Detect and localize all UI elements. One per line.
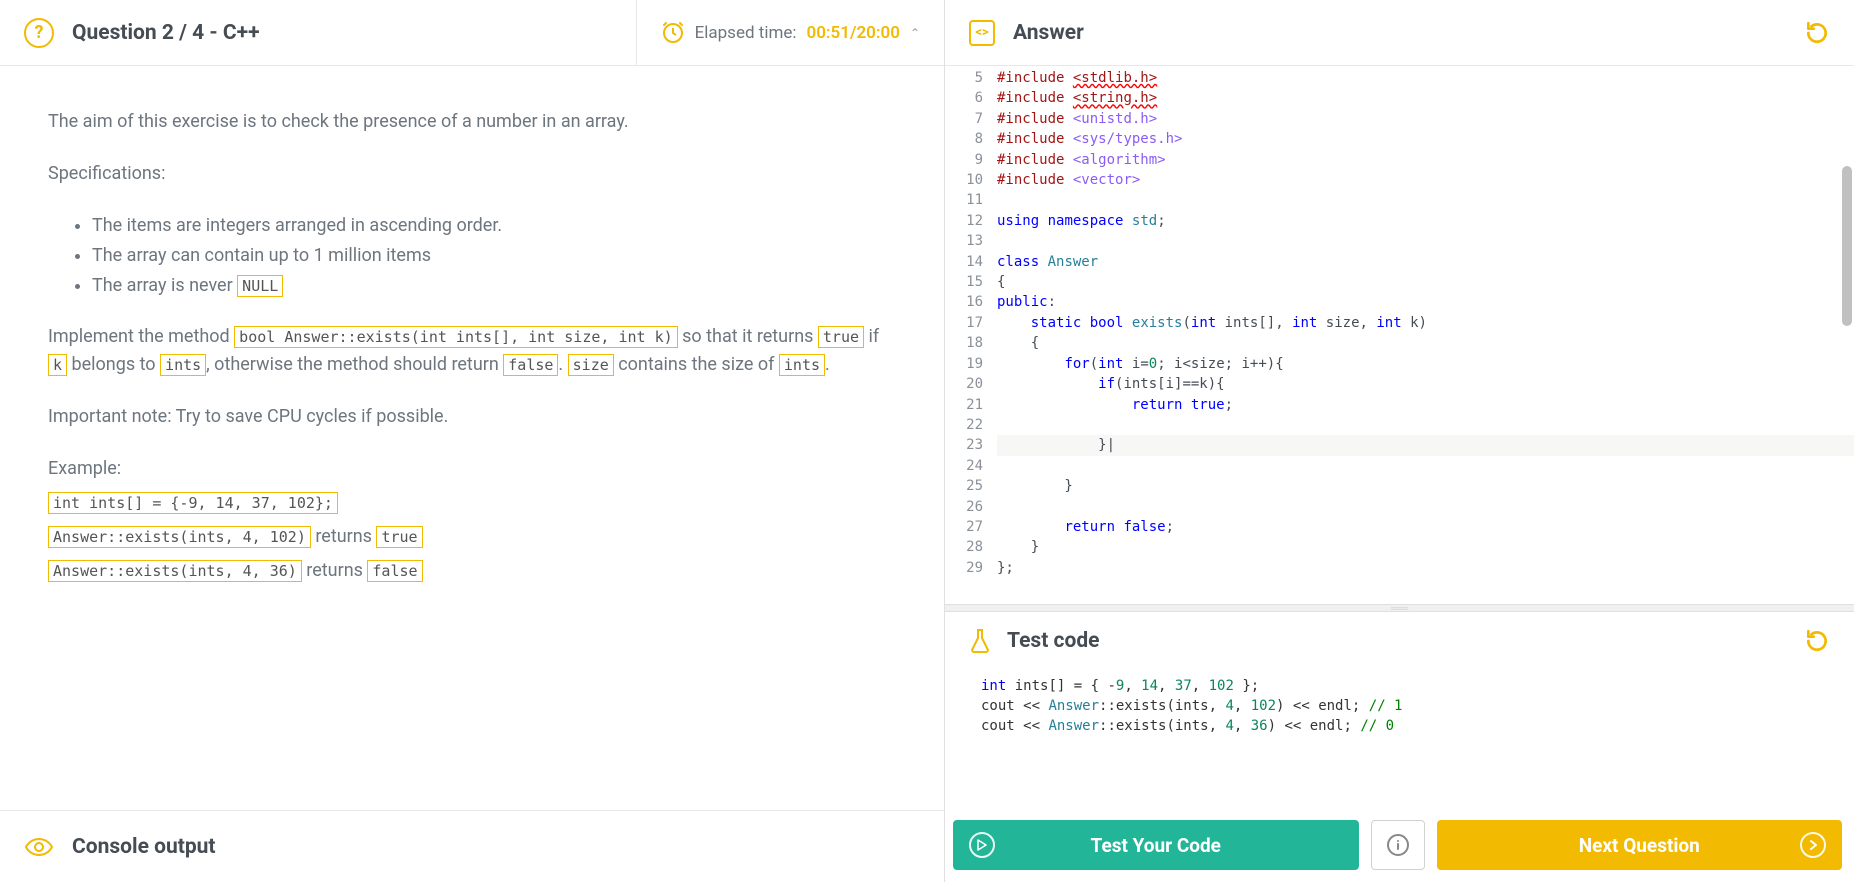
reset-icon[interactable]: [1804, 20, 1830, 46]
example-result-2: true: [376, 526, 422, 548]
right-pane: <> Answer 5#include <stdlib.h>6#include …: [945, 0, 1854, 882]
example-label: Example:: [48, 455, 896, 483]
code-line[interactable]: 10#include <vector>: [945, 170, 1854, 190]
answer-header: <> Answer: [945, 0, 1854, 66]
question-header: ? Question 2 / 4 - C++ Elapsed time: 00:…: [0, 0, 944, 66]
code-line[interactable]: 15{: [945, 272, 1854, 292]
problem-statement: The aim of this exercise is to check the…: [0, 66, 944, 810]
next-button-label: Next Question: [1579, 834, 1700, 857]
code-line[interactable]: 18 {: [945, 333, 1854, 353]
important-note: Important note: Try to save CPU cycles i…: [48, 403, 896, 431]
code-line[interactable]: 11: [945, 190, 1854, 210]
question-mark-icon: ?: [24, 18, 54, 48]
scrollbar-thumb[interactable]: [1842, 166, 1852, 326]
code-line[interactable]: 14class Answer: [945, 252, 1854, 272]
code-signature: bool Answer::exists(int ints[], int size…: [234, 326, 677, 348]
chevron-right-icon: [1800, 832, 1826, 858]
example-code-3: Answer::exists(ints, 4, 36): [48, 560, 302, 582]
code-true: true: [818, 326, 864, 348]
code-line[interactable]: 23 }|: [945, 435, 1854, 455]
code-line[interactable]: 24: [945, 456, 1854, 476]
question-title: Question 2 / 4 - C++: [72, 21, 636, 45]
code-ints: ints: [160, 354, 206, 376]
eye-icon: [24, 837, 54, 857]
code-size: size: [568, 354, 614, 376]
code-line[interactable]: 21 return true;: [945, 395, 1854, 415]
reset-test-icon[interactable]: [1804, 628, 1830, 654]
test-code-title: Test code: [1007, 629, 1788, 653]
action-bar: Test Your Code Next Question: [945, 810, 1854, 882]
play-icon: [969, 832, 995, 858]
timer-icon: [661, 21, 685, 45]
example-result-3: false: [367, 560, 422, 582]
code-line[interactable]: 16public:: [945, 292, 1854, 312]
code-line[interactable]: 7#include <unistd.h>: [945, 109, 1854, 129]
test-your-code-button[interactable]: Test Your Code: [953, 820, 1359, 870]
code-line[interactable]: 19 for(int i=0; i<size; i++){: [945, 354, 1854, 374]
chevron-up-icon: ⌃: [910, 26, 920, 40]
test-code-editor[interactable]: int ints[] = { -9, 14, 37, 102 }; cout <…: [945, 670, 1854, 810]
code-line[interactable]: 22: [945, 415, 1854, 435]
code-line[interactable]: 20 if(ints[i]==k){: [945, 374, 1854, 394]
flask-icon: [969, 628, 991, 654]
timer-toggle[interactable]: Elapsed time: 00:51/20:00 ⌃: [636, 0, 920, 65]
code-line[interactable]: 28 }: [945, 537, 1854, 557]
code-null: NULL: [237, 275, 283, 297]
spec-list: The items are integers arranged in ascen…: [92, 212, 896, 300]
console-title: Console output: [72, 835, 216, 859]
elapsed-value: 00:51/20:00: [807, 23, 900, 43]
code-line[interactable]: 9#include <algorithm>: [945, 150, 1854, 170]
example-code-2: Answer::exists(ints, 4, 102): [48, 526, 311, 548]
console-output-bar[interactable]: Console output: [0, 810, 944, 882]
code-ints2: ints: [779, 354, 825, 376]
code-line[interactable]: 12using namespace std;: [945, 211, 1854, 231]
code-line[interactable]: 27 return false;: [945, 517, 1854, 537]
answer-title: Answer: [1013, 21, 1786, 45]
code-line[interactable]: 29};: [945, 558, 1854, 578]
code-icon: <>: [969, 20, 995, 46]
implement-paragraph: Implement the method bool Answer::exists…: [48, 323, 896, 379]
next-question-button[interactable]: Next Question: [1437, 820, 1843, 870]
code-line[interactable]: 8#include <sys/types.h>: [945, 129, 1854, 149]
code-line[interactable]: 25 }: [945, 476, 1854, 496]
left-pane: ? Question 2 / 4 - C++ Elapsed time: 00:…: [0, 0, 945, 882]
code-line[interactable]: 6#include <string.h>: [945, 88, 1854, 108]
spec-item: The array can contain up to 1 million it…: [92, 242, 896, 270]
code-line[interactable]: 26: [945, 497, 1854, 517]
intro-text: The aim of this exercise is to check the…: [48, 108, 896, 136]
code-false: false: [503, 354, 558, 376]
code-line[interactable]: 13: [945, 231, 1854, 251]
code-k: k: [48, 354, 67, 376]
horizontal-splitter[interactable]: ═══: [945, 604, 1854, 612]
test-code-header: Test code: [945, 612, 1854, 670]
test-button-label: Test Your Code: [1091, 834, 1221, 857]
example-block: Example: int ints[] = {-9, 14, 37, 102};…: [48, 455, 896, 585]
spec-item: The items are integers arranged in ascen…: [92, 212, 896, 240]
code-editor[interactable]: 5#include <stdlib.h>6#include <string.h>…: [945, 66, 1854, 604]
spec-label: Specifications:: [48, 160, 896, 188]
code-line[interactable]: 5#include <stdlib.h>: [945, 68, 1854, 88]
info-button[interactable]: [1371, 820, 1425, 870]
example-code-1: int ints[] = {-9, 14, 37, 102};: [48, 492, 338, 514]
elapsed-label: Elapsed time:: [695, 23, 797, 43]
code-line[interactable]: 17 static bool exists(int ints[], int si…: [945, 313, 1854, 333]
spec-item: The array is never NULL: [92, 272, 896, 300]
